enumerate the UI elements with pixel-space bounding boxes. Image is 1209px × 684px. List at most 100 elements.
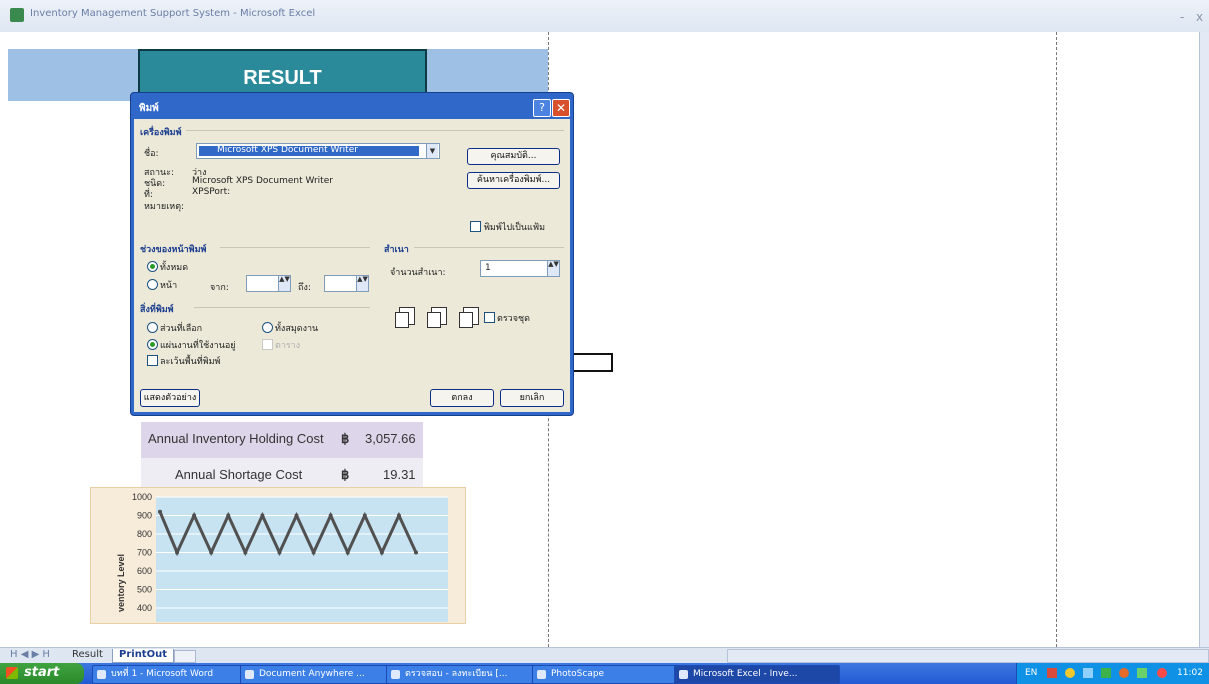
copies-label: จำนวนสำเนา: [390, 268, 446, 278]
data-point [414, 550, 418, 555]
task-excel[interactable]: Microsoft Excel - Inve... [674, 665, 840, 684]
clock: 11:02 [1177, 668, 1203, 678]
tray-app-icon[interactable] [1047, 668, 1057, 678]
where-value: XPSPort: [192, 187, 231, 197]
dialog-close-button[interactable]: ✕ [552, 99, 570, 117]
from-page-input[interactable]: ▲▼ [246, 275, 291, 292]
horizontal-scrollbar[interactable] [727, 649, 1209, 663]
start-label: start [24, 665, 60, 680]
data-point [294, 513, 299, 518]
currency-symbol: ฿ [341, 431, 350, 446]
data-point [311, 550, 316, 555]
data-point [243, 550, 248, 555]
collate-checkbox[interactable] [484, 312, 495, 323]
selection-radio[interactable] [147, 322, 158, 333]
tray-app-icon[interactable] [1157, 668, 1167, 678]
holding-cost-row: Annual Inventory Holding Cost ฿ 3,057.66 [141, 422, 423, 458]
copies-group-label: สำเนา [384, 245, 409, 255]
separator [220, 247, 370, 248]
data-point [379, 550, 384, 555]
system-tray: EN 11:02 [1016, 663, 1209, 684]
task-word[interactable]: บทที่ 1 - Microsoft Word [92, 665, 254, 684]
ok-button[interactable]: ตกลง [430, 389, 494, 407]
data-point [396, 513, 401, 518]
copies-input[interactable]: 1 ▲▼ [480, 260, 560, 277]
active-sheets-label: แผ่นงานที่ใช้งานอยู่ [160, 341, 236, 351]
printer-select[interactable]: Microsoft XPS Document Writer ▼ [196, 143, 440, 159]
properties-button[interactable]: คุณสมบัติ... [467, 148, 560, 165]
windows-logo-icon [6, 667, 18, 679]
range-pages-radio[interactable] [147, 279, 158, 290]
start-button[interactable]: start [0, 663, 84, 684]
cancel-button[interactable]: ยกเลิก [500, 389, 564, 407]
type-value: Microsoft XPS Document Writer [192, 176, 333, 186]
help-button[interactable]: ? [533, 99, 551, 117]
copies-value: 1 [485, 263, 491, 273]
separator [186, 130, 564, 131]
insert-sheet-icon[interactable] [174, 650, 196, 663]
range-pages-label: หน้า [160, 281, 178, 291]
ignore-print-areas-label: ละเว้นพื้นที่พิมพ์ [160, 357, 221, 367]
data-point [175, 550, 180, 555]
network-icon[interactable] [1083, 668, 1093, 678]
data-point [260, 513, 265, 518]
to-page-input[interactable]: ▲▼ [324, 275, 369, 292]
spinner-icon[interactable]: ▲▼ [547, 261, 559, 276]
shortage-cost-value: 19.31 [383, 467, 416, 482]
tab-result[interactable]: Result [66, 649, 109, 662]
range-all-radio[interactable] [147, 261, 158, 272]
tab-nav-arrows[interactable]: H ◀ ▶ H [4, 649, 56, 662]
data-point [362, 513, 367, 518]
printer-group-label: เครื่องพิมพ์ [140, 128, 182, 138]
table-label: ตาราง [275, 341, 301, 351]
close-window-button[interactable]: x [1196, 10, 1203, 24]
result-title: RESULT [243, 67, 322, 89]
task-photoscape[interactable]: PhotoScape [532, 665, 688, 684]
chevron-down-icon[interactable]: ▼ [426, 144, 438, 158]
data-point [209, 550, 214, 555]
vertical-scrollbar[interactable] [1199, 32, 1209, 647]
entire-workbook-radio[interactable] [262, 322, 273, 333]
spinner-icon[interactable]: ▲▼ [356, 276, 368, 291]
data-point [328, 513, 333, 518]
print-range-group-label: ช่วงของหน้าพิมพ์ [140, 245, 207, 255]
language-indicator[interactable]: EN [1025, 668, 1037, 678]
data-point [192, 513, 197, 518]
window-titlebar: Inventory Management Support System - Mi… [0, 0, 1209, 32]
comment-label: หมายเหตุ: [144, 202, 185, 212]
holding-cost-value: 3,057.66 [365, 431, 416, 446]
collate-pages-icon [427, 307, 447, 328]
tray-app-icon[interactable] [1101, 668, 1111, 678]
tab-printout[interactable]: PrintOut [112, 649, 174, 663]
print-to-file-label: พิมพ์ไปเป็นแฟ้ม [484, 223, 546, 233]
spinner-icon[interactable]: ▲▼ [278, 276, 290, 291]
y-tick-label: 800 [137, 529, 152, 539]
preview-button[interactable]: แสดงตัวอย่าง [140, 389, 200, 407]
separator [414, 247, 564, 248]
y-tick-label: 400 [137, 603, 152, 613]
currency-symbol: ฿ [341, 467, 350, 482]
print-to-file-checkbox[interactable] [470, 221, 481, 232]
y-tick-label: 500 [137, 585, 152, 595]
separator [194, 307, 370, 308]
find-printer-button[interactable]: ค้นหาเครื่องพิมพ์... [467, 172, 560, 189]
volume-icon[interactable] [1137, 668, 1147, 678]
y-tick-label: 1000 [132, 492, 152, 502]
active-sheets-radio[interactable] [147, 339, 158, 350]
task-document-anywhere[interactable]: Document Anywhere ... [240, 665, 400, 684]
dialog-body: เครื่องพิมพ์ ชื่อ: Microsoft XPS Documen… [134, 119, 570, 412]
minimize-button[interactable]: - [1180, 10, 1184, 24]
print-dialog[interactable]: พิมพ์ ? ✕ เครื่องพิมพ์ ชื่อ: Microsoft X… [130, 92, 574, 416]
task-browser[interactable]: ตรวจสอบ - ลงทะเบียน [... [386, 665, 546, 684]
dialog-title: พิมพ์ [139, 103, 159, 114]
data-point [345, 550, 350, 555]
to-label: ถึง: [298, 283, 311, 293]
inventory-chart[interactable]: 1000 900 800 700 600 500 400 ventory Level [90, 487, 464, 622]
printer-name-label: ชื่อ: [144, 149, 159, 159]
shortage-cost-label: Annual Shortage Cost [175, 467, 303, 482]
tray-app-icon[interactable] [1119, 668, 1129, 678]
y-axis-label: ventory Level [116, 554, 126, 612]
ignore-print-areas-checkbox[interactable] [147, 355, 158, 366]
tray-app-icon[interactable] [1065, 668, 1075, 678]
data-point [277, 550, 282, 555]
